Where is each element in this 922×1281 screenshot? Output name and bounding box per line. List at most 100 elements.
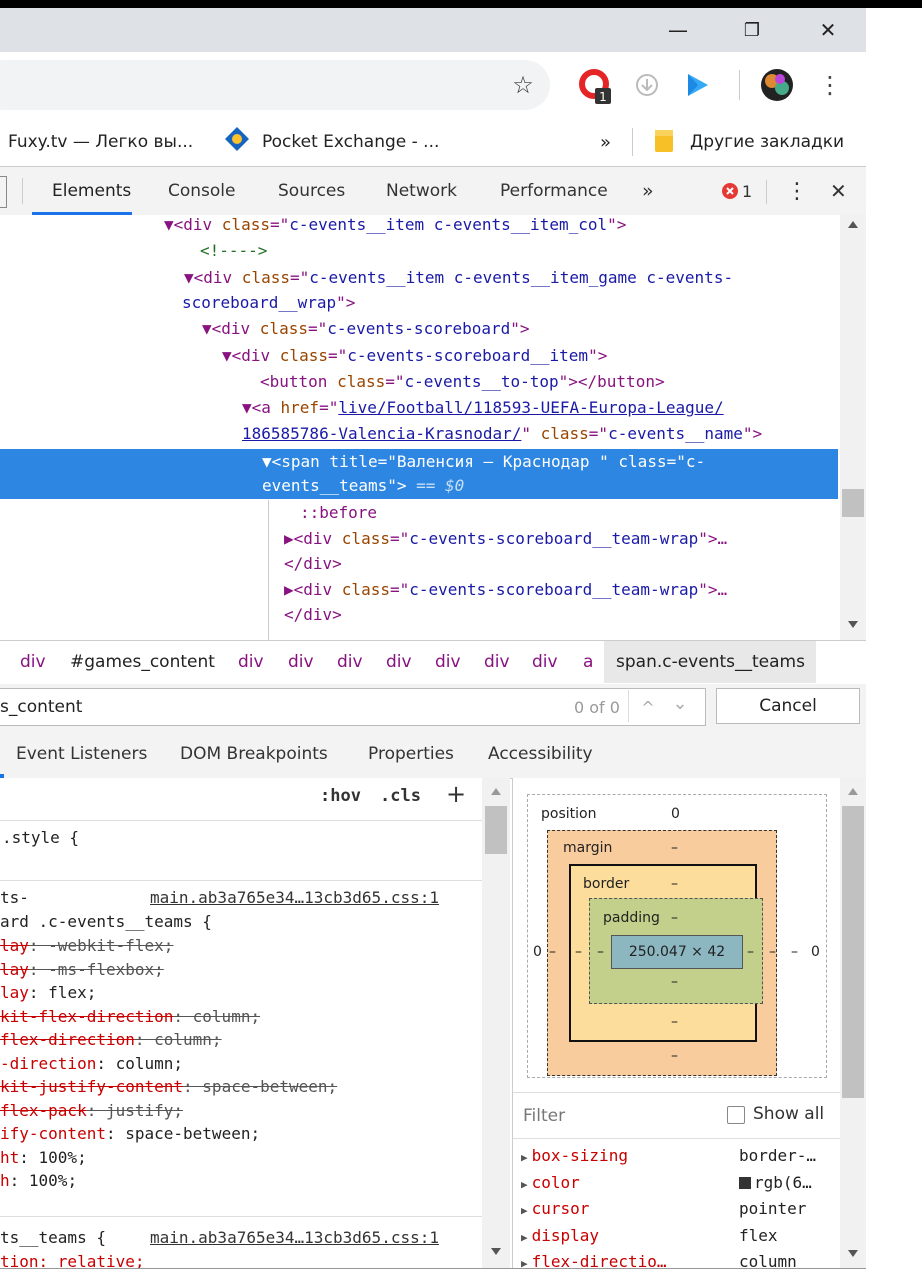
- dom-pseudo-before[interactable]: ::before: [300, 503, 377, 522]
- expand-arrow-icon[interactable]: ▶: [521, 1204, 528, 1217]
- dom-href-link[interactable]: 186585786-Valencia-Krasnodar/: [242, 424, 521, 443]
- devtools-close-icon[interactable]: ✕: [830, 167, 847, 215]
- css-declaration[interactable]: -direction: column;: [0, 1054, 183, 1073]
- computed-property[interactable]: ▶ display: [521, 1226, 599, 1245]
- breadcrumb-item[interactable]: a: [583, 640, 593, 684]
- tab-event-listeners[interactable]: Event Listeners: [16, 730, 147, 778]
- more-tabs-chevron[interactable]: »: [642, 167, 654, 215]
- tab-sources[interactable]: Sources: [278, 167, 345, 215]
- computed-property[interactable]: ▶ flex-directio…: [521, 1252, 666, 1268]
- dom-line[interactable]: ▼<div class="c-events__item c-events__it…: [184, 268, 733, 287]
- css-declaration[interactable]: h: 100%;: [0, 1171, 77, 1190]
- css-declaration[interactable]: ify-content: space-between;: [0, 1124, 260, 1143]
- selected-node-line-2[interactable]: events__teams"> == $0: [262, 476, 464, 495]
- tab-performance[interactable]: Performance: [500, 167, 608, 215]
- css-declaration[interactable]: lay: -webkit-flex;: [0, 936, 173, 955]
- scroll-up-arrow-icon[interactable]: [491, 788, 501, 795]
- stylesheet-link[interactable]: main.ab3a765e34…13cb3d65.css:1: [150, 888, 439, 907]
- dom-line[interactable]: ▼<a href="live/Football/118593-UEFA-Euro…: [242, 398, 724, 417]
- dom-href-link[interactable]: live/Football/118593-UEFA-Europa-League/: [338, 398, 723, 417]
- computed-scrollbar[interactable]: [840, 778, 866, 1268]
- css-declaration[interactable]: kit-justify-content: space-between;: [0, 1077, 337, 1096]
- dom-line[interactable]: <button class="c-events__to-top"></butto…: [260, 372, 665, 391]
- styles-scrollbar[interactable]: [482, 778, 510, 1268]
- dom-line[interactable]: 186585786-Valencia-Krasnodar/" class="c-…: [242, 424, 762, 443]
- css-declaration[interactable]: flex-pack: justify;: [0, 1101, 183, 1120]
- expand-arrow-icon[interactable]: ▶: [521, 1178, 528, 1191]
- rule-selector[interactable]: ts__teams {: [0, 1228, 106, 1247]
- extension-o-icon[interactable]: 1: [576, 66, 616, 106]
- dom-close-tag[interactable]: </div>: [284, 605, 342, 624]
- tab-console[interactable]: Console: [168, 167, 236, 215]
- css-declaration[interactable]: flex-direction: column;: [0, 1030, 222, 1049]
- stylesheet-link[interactable]: main.ab3a765e34…13cb3d65.css:1: [150, 1228, 439, 1247]
- tab-network[interactable]: Network: [386, 167, 457, 215]
- selected-node-line-1[interactable]: ▼<span title="Валенсия — Краснодар " cla…: [262, 452, 705, 471]
- avatar[interactable]: [758, 66, 796, 104]
- scroll-down-arrow-icon[interactable]: [848, 621, 858, 628]
- computed-scroll-thumb[interactable]: [842, 806, 864, 1098]
- address-bar[interactable]: [0, 60, 550, 110]
- computed-filter-input[interactable]: Filter: [523, 1106, 565, 1126]
- breadcrumb-item[interactable]: div: [20, 640, 46, 684]
- expand-arrow-icon[interactable]: ▶: [521, 1257, 528, 1268]
- rule-selector[interactable]: ts-: [0, 888, 29, 907]
- scroll-up-arrow-icon[interactable]: [848, 221, 858, 228]
- bookmark-star-icon[interactable]: ☆: [506, 68, 540, 102]
- scroll-down-arrow-icon[interactable]: [491, 1248, 501, 1255]
- scroll-down-arrow-icon[interactable]: [848, 1250, 858, 1257]
- css-declaration[interactable]: kit-flex-direction: column;: [0, 1007, 260, 1026]
- css-declaration[interactable]: lay: -ms-flexbox;: [0, 960, 164, 979]
- css-declaration[interactable]: ht: 100%;: [0, 1148, 87, 1167]
- dom-line[interactable]: ▼<div class="c-events-scoreboard">: [202, 319, 530, 338]
- element-style-rule[interactable]: .style {: [2, 828, 79, 847]
- breadcrumb-item[interactable]: div: [288, 640, 314, 684]
- dom-scroll-thumb[interactable]: [842, 489, 864, 517]
- breadcrumb-item[interactable]: #games_content: [70, 640, 215, 684]
- device-toggle-icon[interactable]: [0, 176, 7, 208]
- breadcrumb-item[interactable]: div: [532, 640, 558, 684]
- bookmark-pocket-exchange[interactable]: Pocket Exchange - ...: [262, 118, 439, 166]
- scroll-up-arrow-icon[interactable]: [848, 788, 858, 795]
- dom-comment[interactable]: <!---->: [200, 241, 267, 260]
- show-all-checkbox[interactable]: [727, 1106, 745, 1124]
- dom-line[interactable]: ▶<div class="c-events-scoreboard__team-w…: [284, 580, 727, 599]
- dom-scrollbar[interactable]: [840, 215, 866, 640]
- error-count[interactable]: 1: [742, 167, 752, 215]
- breadcrumb-item[interactable]: div: [484, 640, 510, 684]
- bookmark-fuxy[interactable]: Fuxy.tv — Легко вы...: [8, 118, 193, 166]
- computed-property[interactable]: ▶ box-sizing: [521, 1146, 628, 1165]
- add-rule-button[interactable]: +: [446, 780, 466, 808]
- close-window-button[interactable]: ✕: [802, 8, 854, 52]
- dom-line[interactable]: ▼<div class="c-events-scoreboard__item">: [222, 346, 607, 365]
- dom-line[interactable]: ▶<div class="c-events-scoreboard__team-w…: [284, 529, 727, 548]
- dom-line[interactable]: scoreboard__wrap">: [182, 293, 355, 312]
- error-icon[interactable]: [720, 181, 740, 201]
- tab-elements[interactable]: Elements: [52, 167, 131, 215]
- browser-menu-icon[interactable]: ⋮: [816, 68, 844, 102]
- styles-scroll-thumb[interactable]: [485, 806, 507, 854]
- declaration-partial[interactable]: tion: relative;: [0, 1252, 145, 1268]
- bookmarks-overflow-chevron[interactable]: »: [600, 118, 611, 166]
- cls-toggle[interactable]: .cls: [380, 786, 421, 806]
- breadcrumb-current[interactable]: span.c-events__teams: [616, 640, 805, 684]
- breadcrumb-item[interactable]: div: [435, 640, 461, 684]
- breadcrumb-item[interactable]: div: [238, 640, 264, 684]
- devtools-menu-icon[interactable]: ⋮: [786, 167, 808, 215]
- minimize-button[interactable]: —: [652, 8, 704, 52]
- download-extension-icon[interactable]: [630, 68, 664, 102]
- dom-close-tag[interactable]: </div>: [284, 554, 342, 573]
- find-prev-button[interactable]: ^: [638, 694, 658, 720]
- breadcrumb-item[interactable]: div: [337, 640, 363, 684]
- breadcrumb-item[interactable]: div: [386, 640, 412, 684]
- restore-button[interactable]: ❐: [726, 8, 778, 52]
- computed-property[interactable]: ▶ color: [521, 1173, 580, 1192]
- dom-line[interactable]: ▼<div class="c-events__item c-events__it…: [164, 215, 626, 234]
- expand-arrow-icon[interactable]: ▶: [521, 1151, 528, 1164]
- box-model-content[interactable]: 250.047 × 42: [611, 935, 743, 969]
- tab-dom-breakpoints[interactable]: DOM Breakpoints: [180, 730, 328, 778]
- cancel-button[interactable]: Cancel: [716, 688, 860, 724]
- computed-property[interactable]: ▶ cursor: [521, 1199, 589, 1218]
- tab-properties[interactable]: Properties: [368, 730, 454, 778]
- tab-accessibility[interactable]: Accessibility: [488, 730, 593, 778]
